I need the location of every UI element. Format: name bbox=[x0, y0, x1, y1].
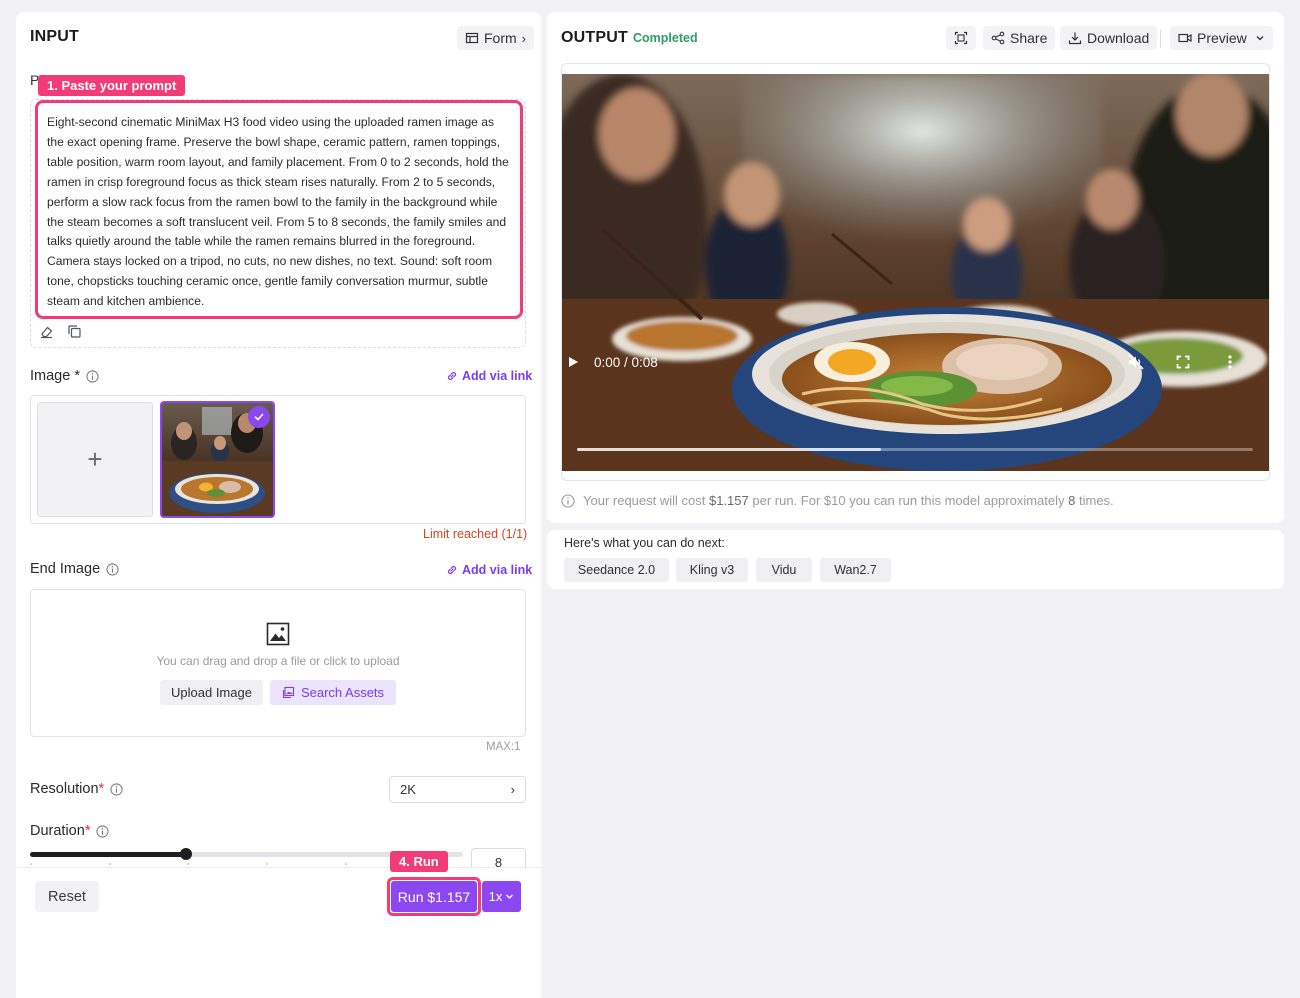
info-icon bbox=[96, 824, 110, 838]
assets-icon bbox=[282, 686, 294, 699]
duration-slider-handle[interactable] bbox=[180, 848, 192, 860]
chevron-down-icon bbox=[506, 894, 514, 899]
share-icon bbox=[991, 31, 1005, 45]
next-steps-panel: Here's what you can do next: Seedance 2.… bbox=[547, 530, 1284, 589]
info-icon bbox=[561, 493, 575, 508]
form-button-label: Form bbox=[484, 30, 517, 46]
fit-view-button[interactable] bbox=[946, 26, 976, 50]
slider-tick bbox=[187, 863, 189, 865]
upload-hint-text: You can drag and drop a file or click to… bbox=[156, 654, 400, 668]
eraser-icon[interactable] bbox=[39, 324, 54, 339]
model-chip-vidu[interactable]: Vidu bbox=[756, 558, 812, 582]
run-multiplier-dropdown[interactable]: 1x bbox=[482, 881, 521, 912]
end-image-label-text: End Image bbox=[30, 561, 101, 577]
cost-mid: per run. For $10 you can run this model … bbox=[748, 493, 1069, 508]
video-time: 0:00 / 0:08 bbox=[594, 355, 658, 370]
cost-value: $1.157 bbox=[708, 493, 749, 508]
download-icon bbox=[1068, 32, 1082, 45]
slider-tick bbox=[424, 863, 426, 865]
plus-icon: + bbox=[87, 444, 103, 474]
share-button[interactable]: Share bbox=[983, 26, 1056, 50]
image-label-text: Image bbox=[30, 368, 71, 384]
required-mark: * bbox=[84, 823, 91, 839]
resolution-label: Resolution* bbox=[30, 781, 123, 797]
resolution-value: 2K bbox=[400, 782, 416, 797]
end-image-label: End Image bbox=[30, 561, 119, 577]
video-camera-icon bbox=[1178, 33, 1192, 43]
multiplier-value: 1x bbox=[488, 889, 503, 904]
fit-screen-icon bbox=[954, 31, 968, 45]
preview-dropdown[interactable]: Preview bbox=[1170, 26, 1273, 50]
slider-tick bbox=[109, 863, 111, 865]
image-add-via-link[interactable]: Add via link bbox=[446, 369, 532, 383]
upload-image-button[interactable]: Upload Image bbox=[160, 680, 263, 705]
chevron-down-icon bbox=[1256, 36, 1264, 41]
slider-tick bbox=[266, 863, 268, 865]
end-image-add-via-link[interactable]: Add via link bbox=[446, 563, 532, 577]
info-icon bbox=[110, 782, 123, 796]
download-button[interactable]: Download bbox=[1060, 26, 1158, 50]
add-image-tile[interactable]: + bbox=[37, 402, 153, 517]
input-title: INPUT bbox=[30, 28, 79, 45]
required-mark: * bbox=[74, 368, 80, 384]
prompt-textarea[interactable]: Eight-second cinematic MiniMax H3 food v… bbox=[35, 100, 523, 319]
selected-check-icon bbox=[248, 406, 270, 428]
prompt-annotation: 1. Paste your prompt bbox=[38, 75, 186, 96]
max-count-text: MAX:1 bbox=[486, 741, 521, 753]
preview-label: Preview bbox=[1197, 30, 1247, 46]
share-label: Share bbox=[1010, 30, 1048, 46]
play-icon[interactable] bbox=[566, 355, 580, 369]
image-placeholder-icon bbox=[266, 622, 290, 646]
cost-pre: Your request will cost bbox=[583, 493, 709, 508]
copy-icon[interactable] bbox=[67, 324, 82, 339]
form-button[interactable]: Form › bbox=[457, 26, 535, 50]
input-panel: INPUT Form › P Eight-second cinematic Mi… bbox=[16, 12, 541, 998]
run-annotation: 4. Run bbox=[390, 851, 448, 872]
model-chip-seedance[interactable]: Seedance 2.0 bbox=[564, 558, 669, 582]
info-icon bbox=[106, 562, 119, 576]
form-icon bbox=[465, 32, 479, 44]
video-progress-buffer bbox=[577, 448, 881, 451]
image-add-via-link-label: Add via link bbox=[462, 369, 533, 383]
resolution-label-text: Resolution bbox=[30, 781, 99, 797]
cost-info: Your request will cost $1.157 per run. F… bbox=[561, 493, 1114, 508]
more-options-icon[interactable] bbox=[1227, 354, 1233, 370]
image-label: Image * bbox=[30, 368, 99, 384]
status-badge: Completed bbox=[633, 31, 698, 45]
run-button[interactable]: Run $1.157 bbox=[391, 881, 477, 912]
slider-tick bbox=[30, 863, 32, 865]
limit-reached-text: Limit reached (1/1) bbox=[423, 527, 528, 541]
cost-text: Your request will cost $1.157 per run. F… bbox=[583, 493, 1114, 508]
model-chip-kling[interactable]: Kling v3 bbox=[676, 558, 748, 582]
duration-slider-fill bbox=[30, 852, 186, 857]
info-icon bbox=[86, 369, 99, 383]
next-steps-text: Here's what you can do next: bbox=[564, 536, 725, 550]
video-player[interactable] bbox=[562, 74, 1269, 471]
duration-label-text: Duration bbox=[30, 823, 85, 839]
ramen-video-frame bbox=[562, 74, 1269, 471]
model-chip-wan[interactable]: Wan2.7 bbox=[820, 558, 891, 582]
toolbar-divider bbox=[1160, 30, 1161, 48]
required-mark: * bbox=[98, 781, 105, 797]
slider-tick bbox=[345, 863, 347, 865]
chevron-right-icon: › bbox=[521, 30, 527, 46]
mute-icon[interactable] bbox=[1127, 353, 1145, 371]
chevron-right-icon: › bbox=[510, 782, 515, 797]
link-icon bbox=[447, 565, 457, 575]
search-assets-button[interactable]: Search Assets bbox=[270, 680, 396, 705]
duration-label: Duration* bbox=[30, 823, 110, 839]
end-image-add-via-link-label: Add via link bbox=[462, 563, 533, 577]
search-assets-label: Search Assets bbox=[300, 685, 385, 700]
output-panel: OUTPUT Completed Share Download Preview bbox=[547, 12, 1284, 523]
fullscreen-icon[interactable] bbox=[1176, 355, 1190, 369]
cost-post: times. bbox=[1075, 493, 1114, 508]
output-title: OUTPUT bbox=[561, 29, 628, 46]
resolution-select[interactable]: 2K › bbox=[389, 776, 526, 803]
link-icon bbox=[447, 371, 457, 381]
download-label: Download bbox=[1087, 30, 1150, 46]
reset-button[interactable]: Reset bbox=[35, 881, 99, 912]
